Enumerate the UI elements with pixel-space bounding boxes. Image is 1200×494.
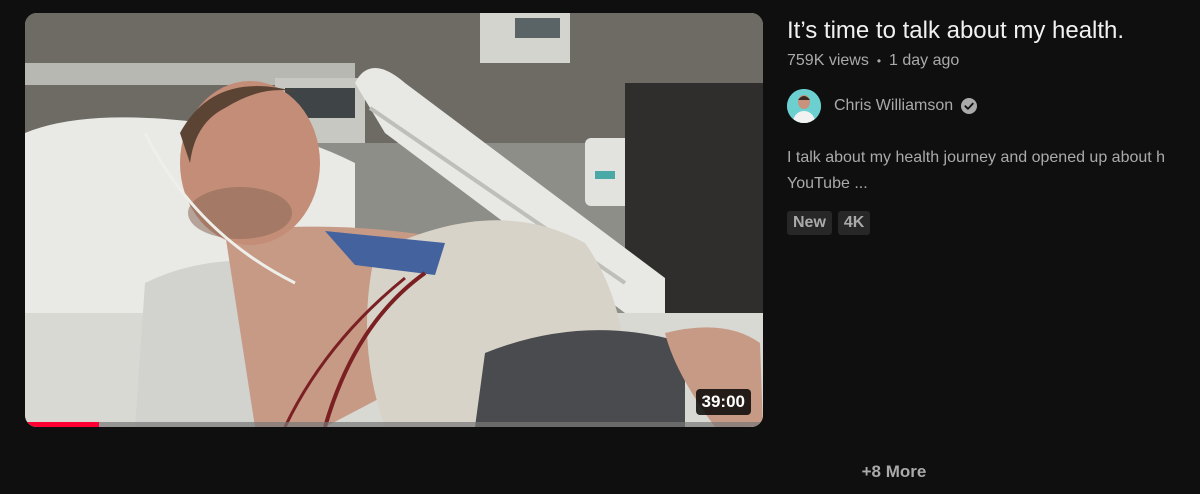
video-metadata: 759K views • 1 day ago [787,52,1200,70]
watch-progress-bar [25,422,763,427]
thumbnail-image [25,13,763,427]
watch-progress-fill [25,422,99,427]
avatar-image [787,89,821,123]
video-description: I talk about my health journey and opene… [787,149,1166,192]
meta-separator: • [876,54,882,68]
video-thumbnail[interactable]: 39:00 [25,13,763,427]
badge-row: New 4K [787,211,1200,235]
channel-row[interactable]: Chris Williamson [787,89,1200,123]
video-info: It’s time to talk about my health. 759K … [787,14,1200,235]
badge-new: New [787,211,832,235]
badge-4k: 4K [837,211,871,235]
channel-name[interactable]: Chris Williamson [834,97,953,115]
video-title[interactable]: It’s time to talk about my health. [787,14,1200,48]
more-button[interactable]: +8 More [848,462,940,482]
verified-check-icon [961,98,978,114]
view-count: 759K views [787,52,869,69]
video-duration: 39:00 [695,389,751,415]
channel-avatar[interactable] [787,89,821,123]
upload-age: 1 day ago [889,52,960,69]
